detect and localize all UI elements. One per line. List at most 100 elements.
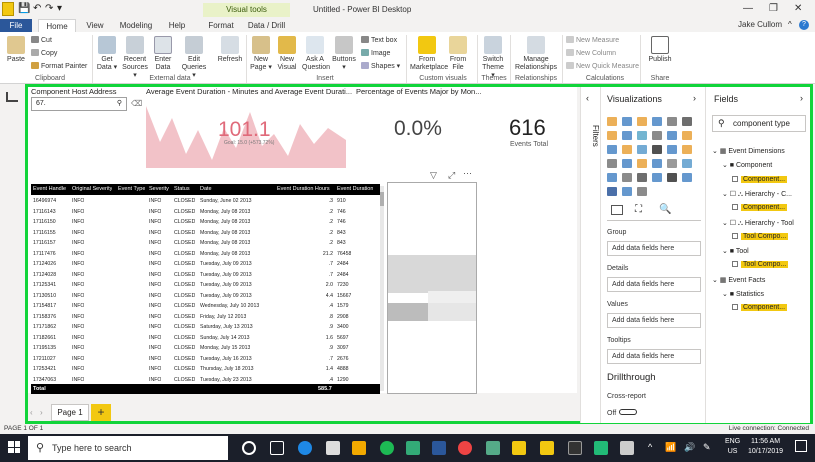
visual-type-icon[interactable] [622, 159, 632, 168]
cut-button[interactable]: Cut [31, 36, 52, 44]
visual-type-icon[interactable] [637, 145, 647, 154]
tooltips-well[interactable]: Add data fields here [607, 349, 701, 364]
filters-pane[interactable]: ‹ Filters [580, 87, 600, 423]
field-tree-item[interactable]: ⌄ ▦ Event Dimensions [712, 147, 785, 155]
user-name[interactable]: Jake Cullom [738, 19, 782, 31]
edit-queries-button[interactable]: Edit Queries ▾ [180, 36, 208, 80]
filter-icon[interactable]: ▽ [430, 170, 437, 181]
visual-type-icon[interactable] [652, 173, 662, 182]
visual-type-icon[interactable] [607, 131, 617, 140]
enter-data-button[interactable]: Enter Data [151, 36, 175, 72]
tab-home[interactable]: Home [38, 19, 76, 32]
visual-type-icon[interactable] [607, 117, 617, 126]
pen-icon[interactable]: ✎ [703, 442, 711, 453]
table-row[interactable]: 17117476 INFO INFO CLOSED Monday, July 08 20… [31, 249, 380, 259]
filters-label[interactable]: Filters [582, 125, 600, 147]
edge-icon[interactable] [298, 441, 312, 455]
column-header[interactable]: Event Type [118, 184, 145, 195]
field-tree-item[interactable]: ⌄ ☐ ⛬ Hierarchy - Tool [722, 219, 794, 228]
visual-type-icon[interactable] [667, 131, 677, 140]
terminal-icon[interactable] [568, 441, 582, 455]
eraser-icon[interactable]: ⌫ [131, 99, 142, 108]
visual-type-icon[interactable] [637, 173, 647, 182]
format-painter-button[interactable]: Format Painter [31, 62, 87, 70]
field-tree-item[interactable]: ⌄ ■ Component [722, 161, 772, 169]
tab-view[interactable]: View [80, 19, 110, 32]
table-row[interactable]: 17116155 INFO INFO CLOSED Monday, July 08 20… [31, 228, 380, 238]
table-scrollbar[interactable] [380, 186, 384, 391]
system-clock[interactable]: 11:56 AM 10/17/2019 [748, 437, 783, 457]
minimize-button[interactable]: — [743, 3, 753, 14]
app-icon-3[interactable] [594, 441, 608, 455]
close-button[interactable]: ✕ [794, 3, 802, 14]
windows-start-icon[interactable] [8, 441, 20, 453]
column-header[interactable]: Event Duration [337, 184, 373, 195]
slicer-search-input[interactable]: 67. ⚲ [31, 97, 127, 111]
field-tree-item[interactable]: ⌄ ■ Statistics [722, 290, 764, 298]
new-page-button[interactable]: New Page ▾ [249, 36, 273, 72]
table-row[interactable]: 17124028 INFO INFO CLOSED Tuesday, July 09 2… [31, 270, 380, 280]
group-well[interactable]: Add data fields here [607, 241, 701, 256]
table-row[interactable]: 17195135 INFO INFO CLOSED Monday, July 15 20… [31, 343, 380, 353]
focus-mode-icon[interactable]: ⤢ [448, 170, 455, 181]
field-tree-item[interactable]: Component... [732, 304, 788, 312]
tab-file[interactable]: File [0, 19, 32, 32]
text-box-button[interactable]: Text box [361, 36, 397, 44]
new-measure-button[interactable]: New Measure [566, 36, 619, 44]
table-row[interactable]: 17116143 INFO INFO CLOSED Monday, July 08 20… [31, 207, 380, 217]
word-icon[interactable] [432, 441, 446, 455]
table-row[interactable]: 16496974 INFO INFO CLOSED Sunday, June 02 20… [31, 196, 380, 206]
language-indicator[interactable]: ENG US [725, 437, 740, 457]
visual-type-icon[interactable] [667, 145, 677, 154]
fields-search-input[interactable]: ⚲ component type [712, 115, 806, 132]
field-tree-item[interactable]: ⌄ ▦ Event Facts [712, 276, 765, 284]
refresh-button[interactable]: Refresh [216, 36, 244, 64]
next-page-icon[interactable]: › [40, 408, 43, 417]
field-tree-item[interactable]: Component... [732, 204, 788, 212]
format-paint-roller-icon[interactable]: ⛶ [635, 204, 642, 215]
add-page-button[interactable]: + [91, 404, 111, 421]
new-quick-measure-button[interactable]: New Quick Measure [566, 62, 639, 70]
visual-type-icon[interactable] [637, 159, 647, 168]
switch-theme-button[interactable]: Switch Theme ▾ [480, 36, 506, 80]
table-row[interactable]: 17125341 INFO INFO CLOSED Tuesday, July 09 2… [31, 280, 380, 290]
task-view-icon[interactable] [270, 441, 284, 455]
visual-type-icon[interactable] [652, 117, 662, 126]
spotify-icon[interactable] [380, 441, 394, 455]
visual-type-icon[interactable] [607, 187, 617, 196]
visual-type-icon[interactable] [682, 145, 692, 154]
collapse-visualizations-icon[interactable]: › [693, 93, 696, 103]
field-tree-item[interactable]: Component... [732, 175, 788, 183]
column-header[interactable]: Event Duration Hours [277, 184, 330, 195]
fields-tab-icon[interactable] [611, 205, 623, 215]
visual-type-icon[interactable] [667, 117, 677, 126]
visual-type-icon[interactable] [622, 173, 632, 182]
prev-page-icon[interactable]: ‹ [30, 408, 33, 417]
field-tree-item[interactable]: ⌄ ■ Tool [722, 247, 749, 255]
copy-button[interactable]: Copy [31, 49, 57, 57]
table-row[interactable]: 17158376 INFO INFO CLOSED Friday, July 12 20… [31, 312, 380, 322]
cross-report-toggle[interactable]: Off [607, 409, 638, 417]
publish-button[interactable]: Publish [646, 36, 674, 64]
report-view-icon[interactable] [6, 92, 18, 102]
visual-type-icon[interactable] [637, 187, 647, 196]
visual-type-icon[interactable] [622, 117, 632, 126]
visual-type-icon[interactable] [667, 173, 677, 182]
table-row[interactable]: 17171862 INFO INFO CLOSED Saturday, July 13 … [31, 322, 380, 332]
visual-type-icon[interactable] [682, 117, 692, 126]
visual-type-icon[interactable] [652, 131, 662, 140]
tab-data-drill[interactable]: Data / Drill [243, 19, 290, 32]
visual-type-icon[interactable] [682, 131, 692, 140]
save-icon[interactable]: 💾 [18, 3, 30, 14]
table-row[interactable]: 17253421 INFO INFO CLOSED Thursday, July 18 … [31, 364, 380, 374]
visual-type-icon[interactable] [622, 131, 632, 140]
column-header[interactable]: Original Severity [72, 184, 112, 195]
visual-type-icon[interactable] [607, 159, 617, 168]
notifications-icon[interactable] [795, 440, 807, 452]
volume-icon[interactable]: 🔊 [684, 442, 695, 453]
visual-type-icon[interactable] [652, 145, 662, 154]
table-row[interactable]: 17116157 INFO INFO CLOSED Monday, July 08 20… [31, 238, 380, 248]
recent-sources-button[interactable]: Recent Sources ▾ [121, 36, 149, 80]
visual-type-icon[interactable] [682, 159, 692, 168]
customize-toolbar-icon[interactable]: ▾ [57, 3, 62, 14]
